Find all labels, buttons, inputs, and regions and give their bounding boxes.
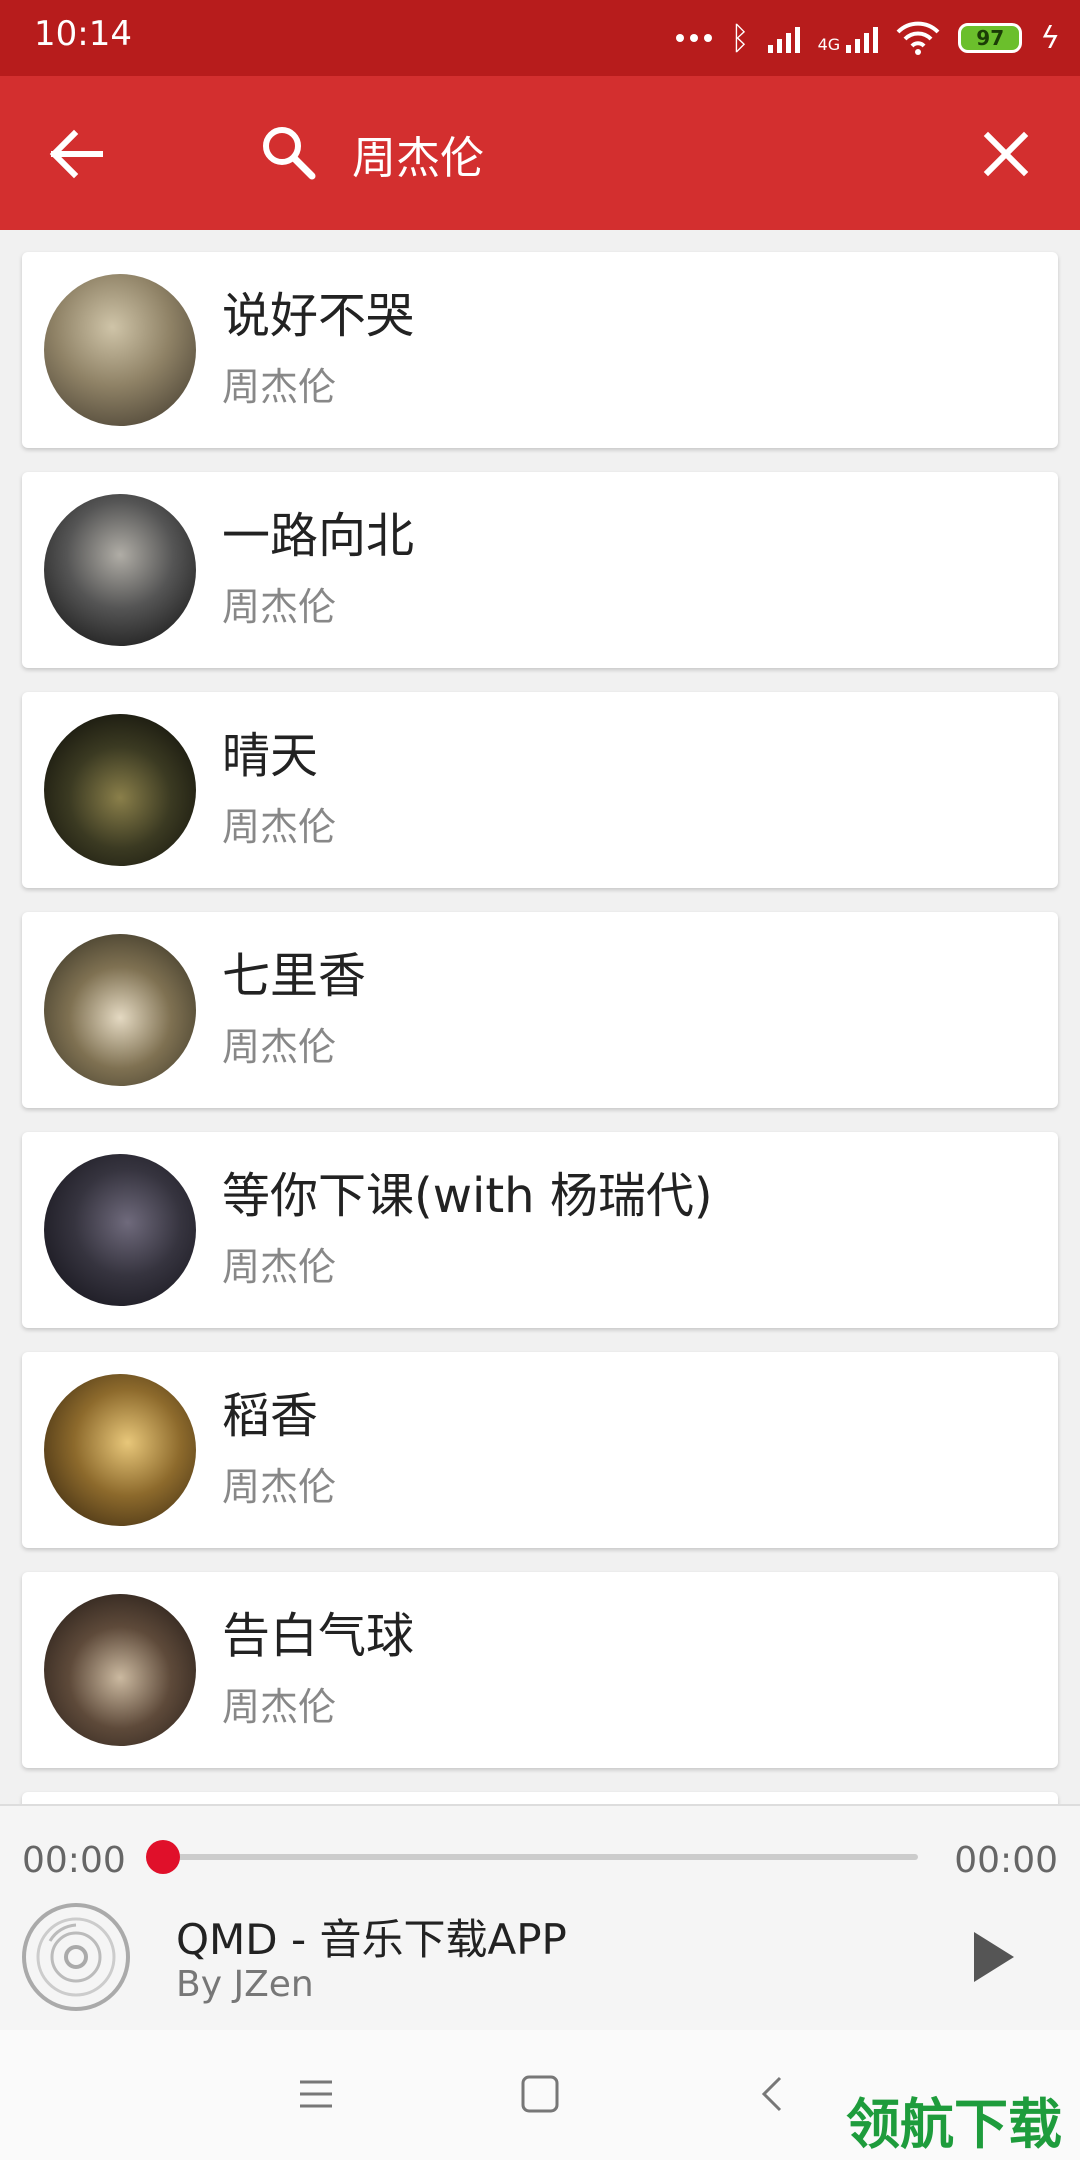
player-subtitle: By JZen <box>176 1964 314 2005</box>
battery-level: 97 <box>976 26 1005 50</box>
app-bar <box>0 76 1080 230</box>
song-item[interactable]: 说好不哭 周杰伦 <box>22 252 1058 448</box>
album-cover <box>44 274 196 426</box>
song-artist: 周杰伦 <box>222 1025 337 1069</box>
song-title: 晴天 <box>222 728 319 784</box>
status-bar: 10:14 ᛒ 4G 97 ϟ <box>0 0 1080 76</box>
song-artist: 周杰伦 <box>222 585 337 629</box>
watermark-logo: 领航下载 <box>846 2093 1062 2156</box>
song-item[interactable]: 稻香 周杰伦 <box>22 1352 1058 1548</box>
song-item[interactable]: 一路向北 周杰伦 <box>22 472 1058 668</box>
mini-player: 00:00 00:00 QMD - 音乐下载APP By JZen <box>0 1804 1080 2032</box>
song-title: 七里香 <box>222 948 367 1004</box>
album-cover <box>44 1154 196 1306</box>
total-time: 00:00 <box>954 1840 1058 1881</box>
album-cover <box>44 1374 196 1526</box>
song-title: 等你下课(with 杨瑞代) <box>222 1168 713 1224</box>
seek-thumb[interactable] <box>146 1840 180 1874</box>
album-cover <box>44 1594 196 1746</box>
network-type: 4G <box>817 35 841 54</box>
status-icons: ᛒ 4G 97 ϟ <box>676 14 1060 62</box>
wifi-icon <box>896 21 940 55</box>
bluetooth-icon: ᛒ <box>730 19 750 57</box>
song-title: 一路向北 <box>222 508 415 564</box>
search-input[interactable] <box>352 122 912 186</box>
search-icon <box>263 127 316 180</box>
player-title: QMD - 音乐下载APP <box>176 1915 567 1964</box>
song-artist: 周杰伦 <box>222 365 337 409</box>
song-title: 告白气球 <box>222 1608 415 1664</box>
song-artist: 周杰伦 <box>222 805 337 849</box>
home-icon[interactable] <box>518 2072 562 2116</box>
song-artist: 周杰伦 <box>222 1245 337 1289</box>
song-item[interactable]: 等你下课(with 杨瑞代) 周杰伦 <box>22 1132 1058 1328</box>
status-time: 10:14 <box>34 14 132 54</box>
disc-icon <box>22 1903 130 2011</box>
back-arrow-icon[interactable] <box>40 118 112 190</box>
song-item[interactable]: 告白气球 周杰伦 <box>22 1572 1058 1768</box>
close-icon[interactable] <box>970 118 1042 190</box>
album-cover <box>44 934 196 1086</box>
menu-icon[interactable] <box>296 2074 336 2114</box>
charging-icon: ϟ <box>1040 20 1060 56</box>
song-list: 说好不哭 周杰伦 一路向北 周杰伦 晴天 周杰伦 七里香 周杰伦 等你下课(wi… <box>0 230 1080 1804</box>
battery-icon: 97 <box>958 23 1023 53</box>
song-item[interactable]: 晴天 周杰伦 <box>22 692 1058 888</box>
signal-2-icon: 4G <box>818 23 879 53</box>
seek-bar[interactable] <box>162 1854 918 1860</box>
song-item[interactable]: 七里香 周杰伦 <box>22 912 1058 1108</box>
play-icon[interactable] <box>956 1922 1026 1992</box>
nav-back-icon[interactable] <box>752 2072 792 2116</box>
song-title: 稻香 <box>222 1388 319 1444</box>
signal-1-icon <box>767 23 800 53</box>
song-artist: 周杰伦 <box>222 1685 337 1729</box>
current-time: 00:00 <box>22 1840 126 1881</box>
album-cover <box>44 714 196 866</box>
song-item[interactable] <box>22 1792 1058 1804</box>
album-cover <box>44 494 196 646</box>
song-title: 说好不哭 <box>222 288 415 344</box>
song-artist: 周杰伦 <box>222 1465 337 1509</box>
more-dots-icon <box>676 34 713 42</box>
